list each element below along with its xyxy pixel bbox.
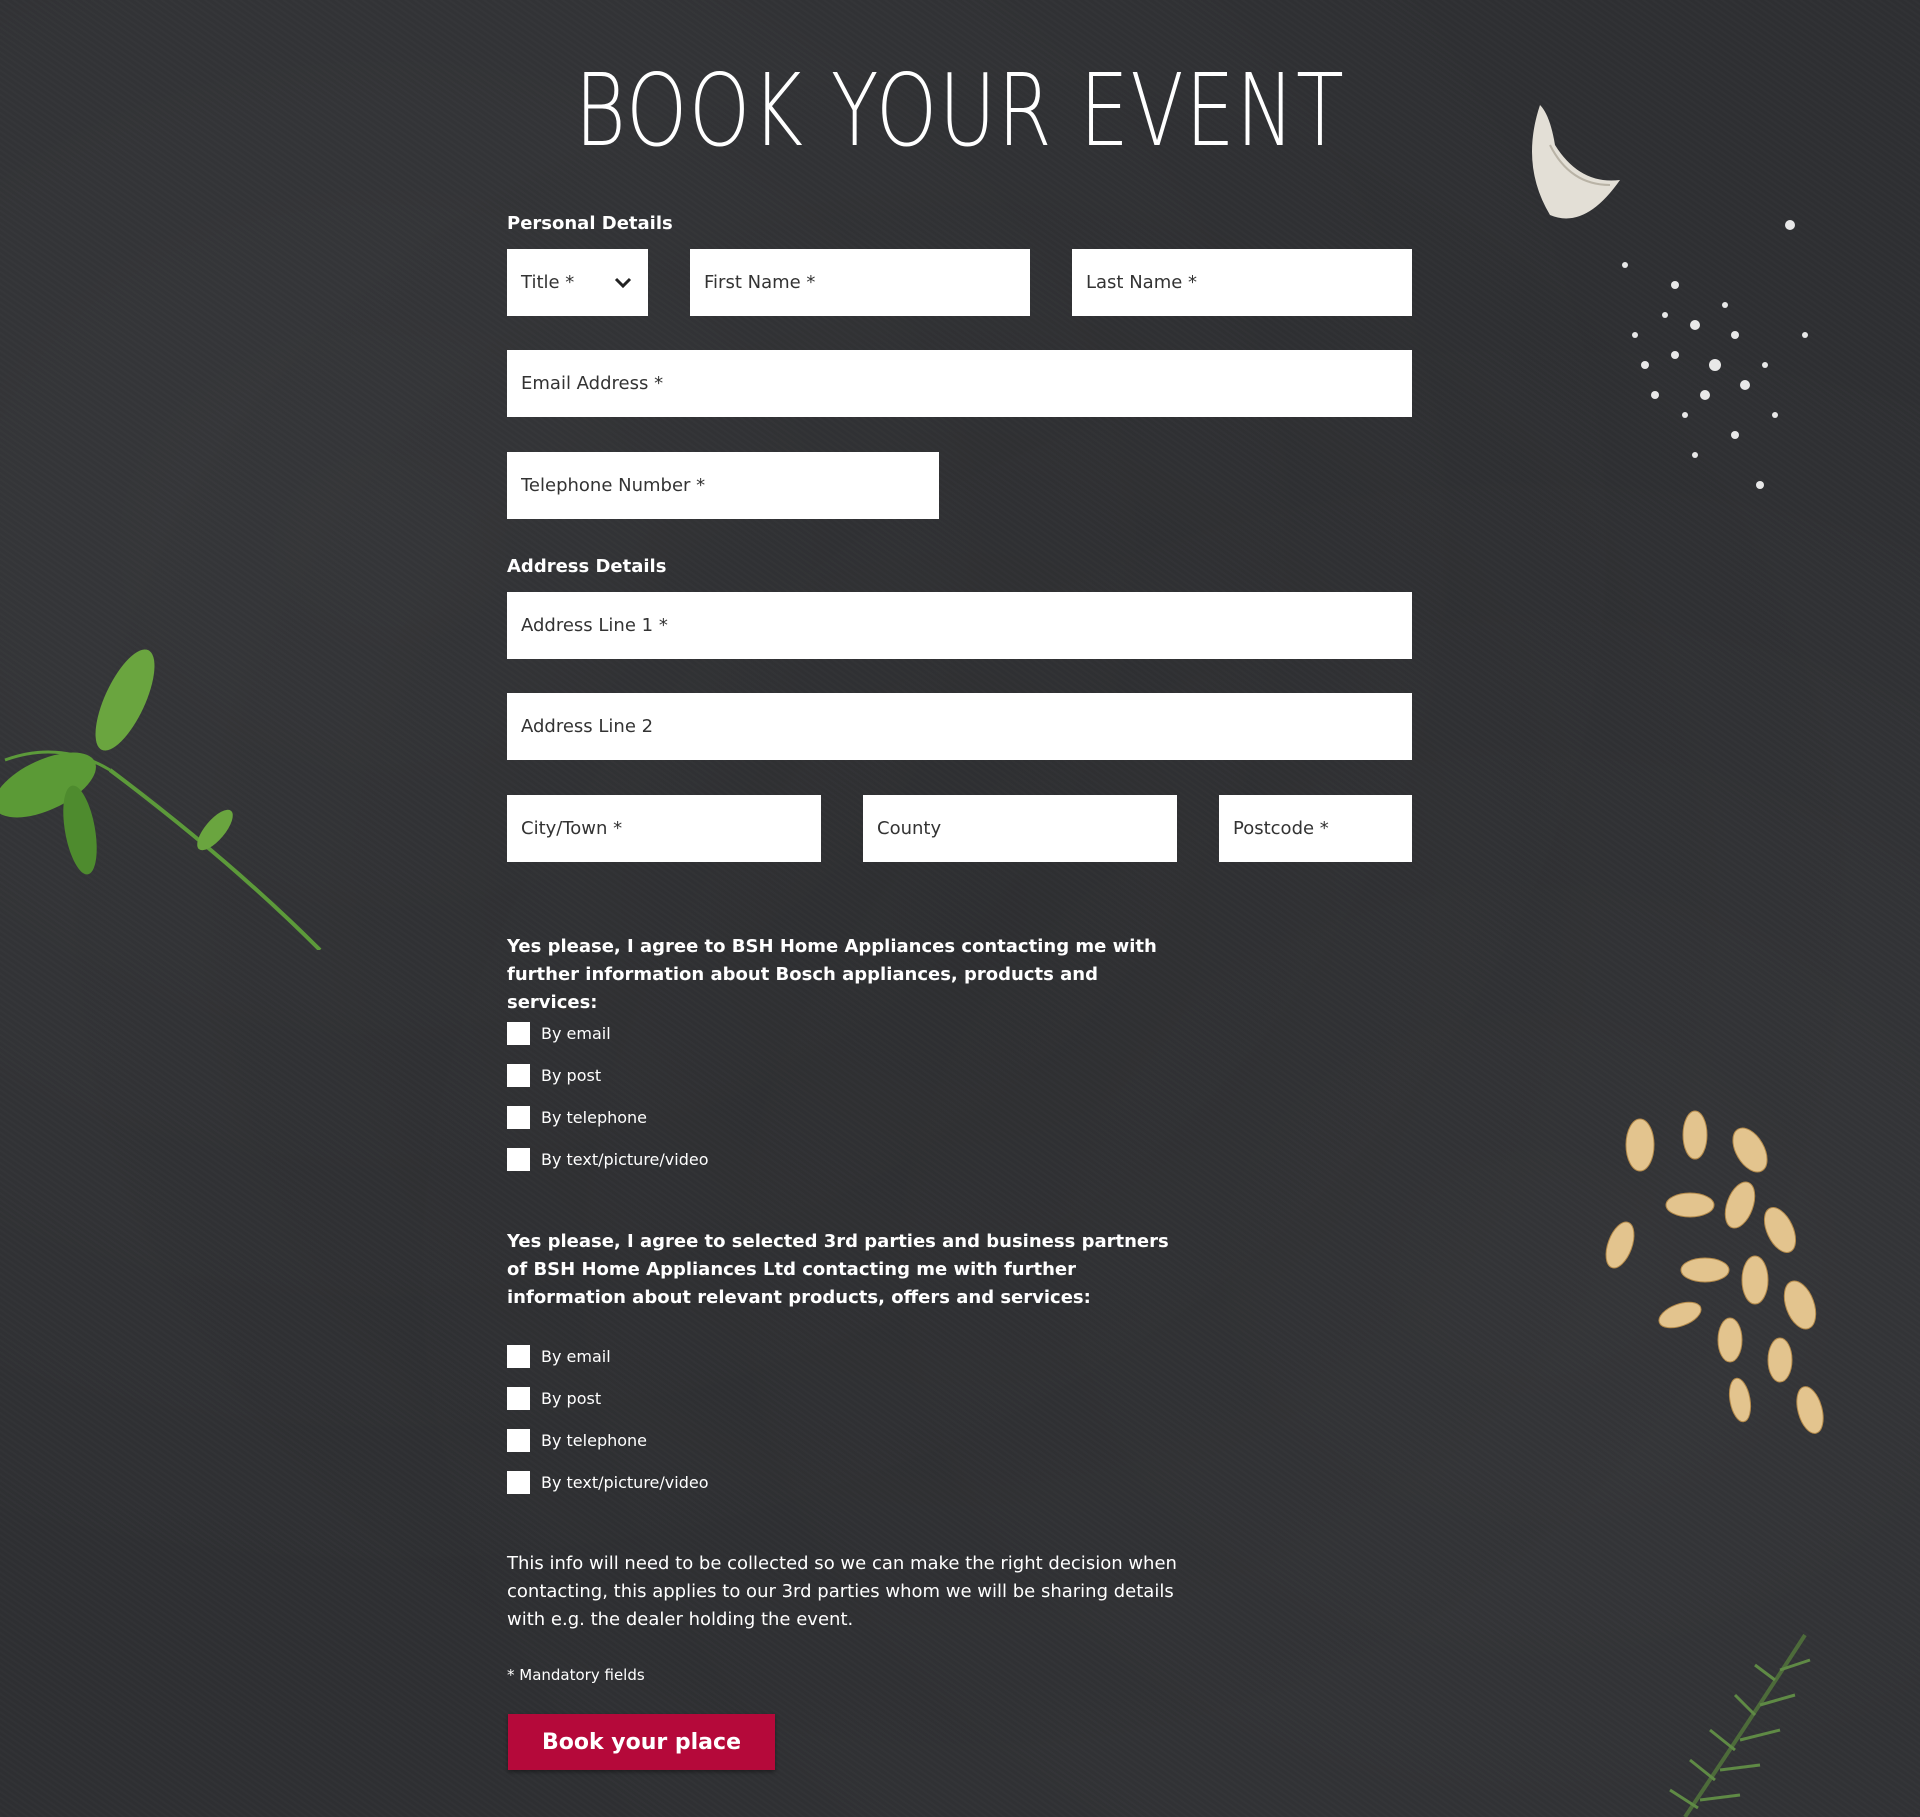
consent-third-text: Yes please, I agree to selected 3rd part… [507,1231,1169,1308]
first-name-field[interactable] [690,249,1030,316]
first-name-input[interactable] [704,272,1016,293]
checkbox[interactable] [507,1429,530,1452]
chevron-down-icon [612,272,634,294]
consent-third-post[interactable]: By post [507,1387,601,1410]
address-line1-field[interactable] [507,592,1412,659]
consent-bsh-email[interactable]: By email [507,1022,611,1045]
county-field[interactable] [863,795,1177,862]
consent-third-telephone[interactable]: By telephone [507,1429,647,1452]
checkbox-label: By telephone [541,1108,648,1127]
telephone-field[interactable] [507,452,939,519]
consent-bsh-text: Yes please, I agree to BSH Home Applianc… [507,936,1157,1013]
consent-third-email[interactable]: By email [507,1345,611,1368]
checkbox-label: By text/picture/video [541,1150,709,1169]
checkbox[interactable] [507,1471,530,1494]
city-field[interactable] [507,795,821,862]
email-field[interactable] [507,350,1412,417]
checkbox-label: By email [541,1024,611,1043]
consent-bsh-text-msg[interactable]: By text/picture/video [507,1148,708,1171]
address-line1-input[interactable] [521,615,1398,636]
basil-decoration [0,649,322,950]
address-line2-input[interactable] [521,716,1398,737]
checkbox[interactable] [507,1064,530,1087]
rosemary-decoration [1669,1633,1811,1817]
checkbox-label: By text/picture/video [541,1473,709,1492]
title-select-label: Title * [521,272,575,293]
info-text: This info will need to be collected so w… [507,1553,1177,1630]
checkbox[interactable] [507,1387,530,1410]
garlic-decoration [1532,105,1620,219]
mandatory-note: * Mandatory fields [507,1666,645,1684]
checkbox-label: By post [541,1066,602,1085]
consent-bsh-post[interactable]: By post [507,1064,601,1087]
checkbox-label: By post [541,1389,602,1408]
consent-bsh-telephone[interactable]: By telephone [507,1106,647,1129]
checkbox-label: By email [541,1347,611,1366]
consent-third-text-msg[interactable]: By text/picture/video [507,1471,708,1494]
checkbox[interactable] [507,1022,530,1045]
personal-details-heading: Personal Details [507,213,673,234]
address-line2-field[interactable] [507,693,1412,760]
last-name-input[interactable] [1086,272,1398,293]
book-your-place-button[interactable]: Book your place [508,1714,775,1770]
postcode-input[interactable] [1233,818,1398,839]
telephone-input[interactable] [521,475,925,496]
last-name-field[interactable] [1072,249,1412,316]
postcode-field[interactable] [1219,795,1412,862]
checkbox[interactable] [507,1148,530,1171]
address-details-heading: Address Details [507,556,667,577]
checkbox[interactable] [507,1345,530,1368]
county-input[interactable] [877,818,1163,839]
email-input[interactable] [521,373,1398,394]
title-select[interactable]: Title * [507,249,648,316]
city-input[interactable] [521,818,807,839]
checkbox[interactable] [507,1106,530,1129]
checkbox-label: By telephone [541,1431,648,1450]
salt-decoration [1622,220,1808,489]
page-title: BOOK YOUR EVENT [574,52,1346,169]
pine-nuts-decoration [1605,1110,1824,1434]
